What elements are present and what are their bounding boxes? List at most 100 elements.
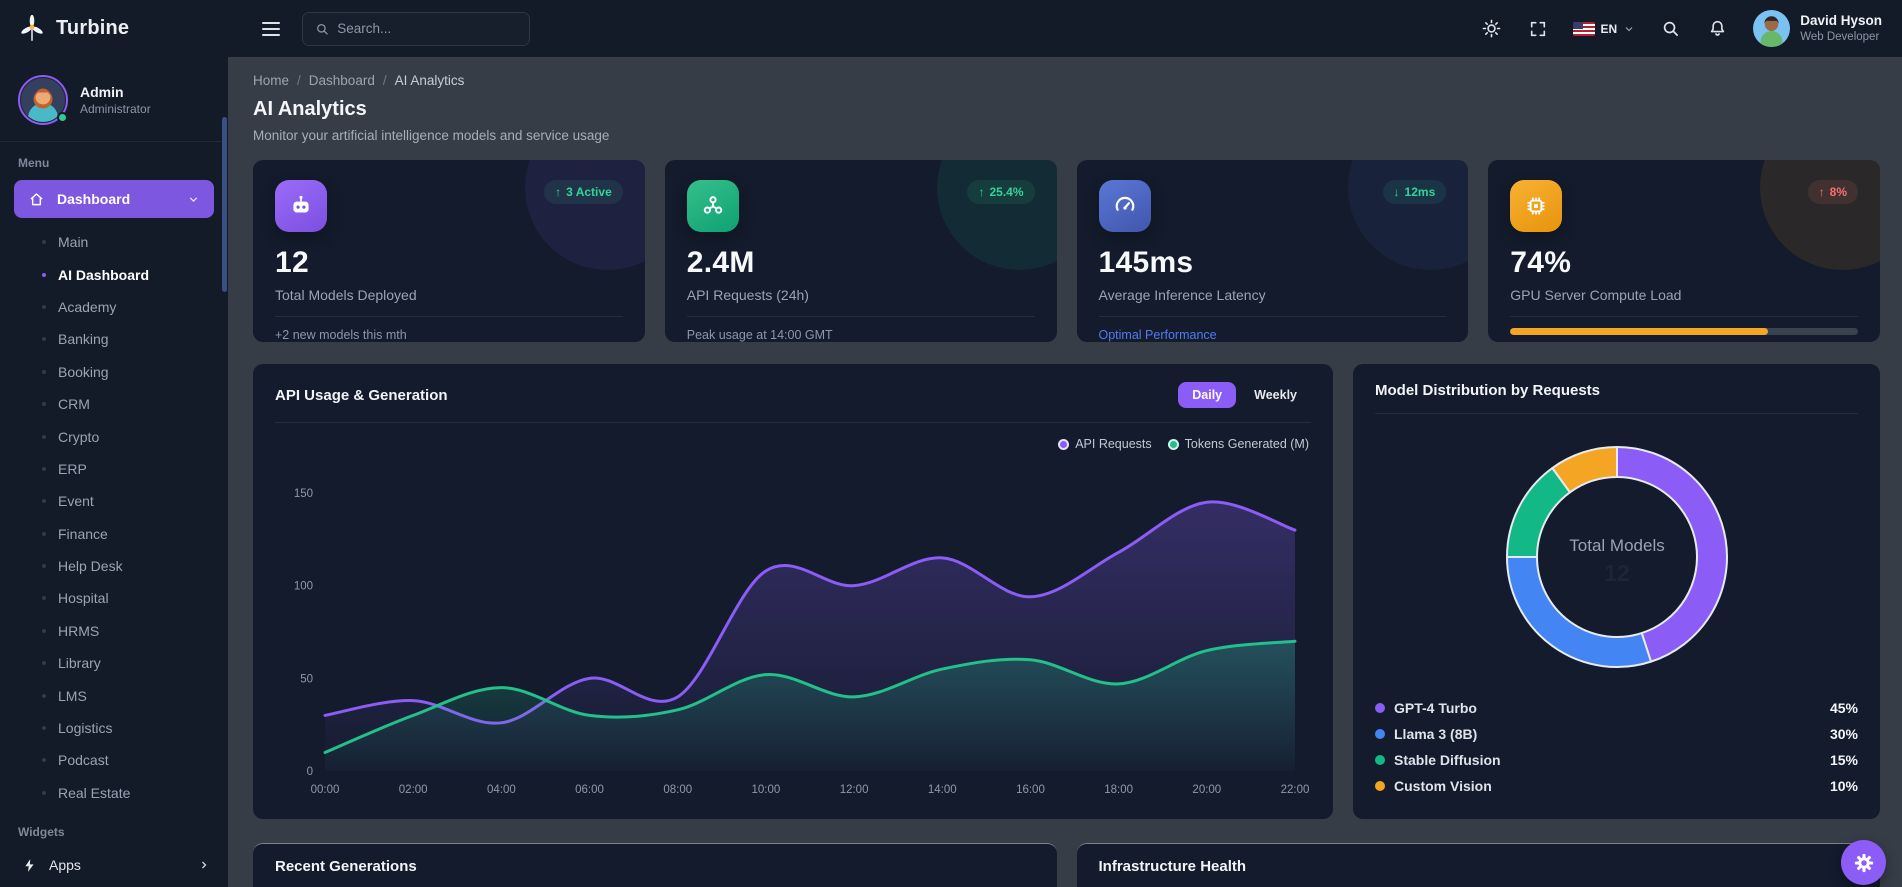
profile-name: Admin [80,84,124,100]
breadcrumb-home[interactable]: Home [253,73,289,88]
legend-label: GPT-4 Turbo [1394,700,1477,716]
arrow-up-icon: ↑ [555,185,562,199]
stat-label: GPU Server Compute Load [1510,287,1682,303]
toggle-daily[interactable]: Daily [1178,382,1237,408]
sidebar-item-lms[interactable]: LMS [0,679,228,711]
bullet-dot-icon [42,499,46,504]
donut-legend: GPT-4 Turbo 45% Llama 3 (8B) 30% Stable Diff… [1375,695,1858,801]
stat-card: ↓ 12ms 145ms Average Inference Latency Op… [1076,160,1469,342]
x-axis-tick: 08:00 [663,784,692,796]
sidebar-item-label: Real Estate [58,784,131,801]
sidebar-item-label: Logistics [58,720,113,737]
language-code: EN [1600,21,1618,36]
user-menu[interactable]: David Hyson Web Developer [1753,10,1882,47]
x-axis-tick: 18:00 [1104,784,1133,796]
sidebar-item-banking[interactable]: Banking [0,323,228,355]
line-chart-legend: API Requests Tokens Generated (M) [275,437,1309,451]
sidebar-item-label: HRMS [58,622,100,639]
breadcrumb-dashboard[interactable]: Dashboard [309,73,375,88]
sidebar-item-finance[interactable]: Finance [0,518,228,550]
donut-legend-row[interactable]: Custom Vision 10% [1375,773,1858,799]
donut-center-label: Total Models [1569,536,1664,555]
api-usage-title: API Usage & Generation [275,386,448,404]
donut-segment-stable-diffusion[interactable] [1505,467,1571,558]
turbine-logo-icon [21,14,43,41]
stat-divider [1510,316,1858,317]
robot-icon [293,195,309,213]
legend-label: API Requests [1075,437,1152,451]
sidebar-item-logistics[interactable]: Logistics [0,712,228,744]
sidebar-item-label: Banking [58,331,109,348]
sidebar-item-academy[interactable]: Academy [0,291,228,323]
sidebar-item-crypto[interactable]: Crypto [0,420,228,452]
stat-card: ↑ 8% 74% GPU Server Compute Load [1488,160,1880,342]
stats-row: ↑ 3 Active 12 Total Models Deployed +2 ne… [253,160,1880,342]
sidebar-item-real-estate[interactable]: Real Estate [0,777,228,809]
stat-icon-tile [1098,180,1151,232]
language-selector[interactable]: EN [1572,21,1636,36]
legend-label: Llama 3 (8B) [1394,726,1478,742]
x-axis-tick: 14:00 [928,784,957,796]
donut-legend-row[interactable]: Llama 3 (8B) 30% [1375,721,1858,747]
hamburger-menu-icon[interactable] [256,16,286,42]
legend-value: 10% [1829,778,1858,794]
progress-track [1510,328,1858,335]
sidebar-item-podcast[interactable]: Podcast [0,744,228,776]
us-flag-icon [1572,21,1595,36]
donut-legend-row[interactable]: Stable Diffusion 15% [1375,747,1858,773]
progress-fill [1510,328,1768,335]
sidebar-profile[interactable]: Admin Administrator [0,75,228,141]
sidebar-item-main[interactable]: Main [0,226,228,258]
bullet-dot-icon [42,402,46,407]
sidebar-item-label: Crypto [58,428,100,445]
legend-dot-icon [1167,438,1179,450]
donut-legend-row[interactable]: GPT-4 Turbo 45% [1375,695,1858,721]
sidebar-divider [0,141,228,142]
fullscreen-icon[interactable] [1527,18,1549,40]
sidebar-item-hospital[interactable]: Hospital [0,582,228,614]
sidebar-item-label: Academy [58,298,117,315]
sidebar-item-booking[interactable]: Booking [0,356,228,388]
stat-label: Total Models Deployed [275,287,417,303]
bullet-dot-icon [42,434,46,439]
stat-badge: ↑ 8% [1807,180,1858,204]
online-status-dot [57,112,68,123]
dashboard-label: Dashboard [57,191,131,207]
api-usage-panel: API Usage & Generation Daily Weekly API R… [253,364,1333,819]
toggle-weekly[interactable]: Weekly [1240,382,1311,408]
sidebar-item-crm[interactable]: CRM [0,388,228,420]
stat-footer[interactable]: Optimal Performance [1099,328,1447,342]
sidebar-item-library[interactable]: Library [0,647,228,679]
recent-generations-card: Recent Generations [253,843,1057,887]
legend-item[interactable]: API Requests [1058,437,1152,451]
sidebar-item-label: Library [58,655,101,672]
search-input[interactable] [337,21,517,36]
sidebar-item-erp[interactable]: ERP [0,453,228,485]
arrow-up-icon: ↑ [1818,185,1825,199]
stat-divider [275,316,623,317]
bullet-dot-icon [42,304,46,309]
model-distribution-panel: Model Distribution by Requests Total Mod… [1353,364,1880,819]
legend-label: Custom Vision [1394,778,1492,794]
sidebar-item-hrms[interactable]: HRMS [0,615,228,647]
sidebar-item-help-desk[interactable]: Help Desk [0,550,228,582]
sidebar-scrollbar[interactable] [222,117,227,883]
theme-toggle-sun-icon[interactable] [1480,17,1503,40]
sidebar-item-event[interactable]: Event [0,485,228,517]
dashboard-submenu: Main AI Dashboard Academy Banking Booking CRM… [0,226,228,809]
global-search [302,11,530,46]
navbar-search-icon[interactable] [1659,17,1682,40]
sidebar-item-label: LMS [58,687,87,704]
sidebar-item-ai-dashboard[interactable]: AI Dashboard [0,258,228,290]
x-axis-tick: 16:00 [1016,784,1045,796]
sidebar-item-dashboard[interactable]: Dashboard [14,180,214,218]
bullet-dot-icon [42,564,46,569]
sidebar-item-apps[interactable]: Apps [0,847,228,883]
notifications-bell-icon[interactable] [1706,17,1729,40]
settings-fab[interactable] [1841,840,1886,885]
bullet-dot-icon [42,369,46,374]
api-usage-line-chart: 0 50 100 150 00:00 02:00 04:00 06:00 08:00 10:00 1… [294,488,1310,796]
y-axis-tick: 0 [307,766,313,778]
legend-item[interactable]: Tokens Generated (M) [1167,437,1309,451]
bullet-dot-icon [42,240,46,245]
